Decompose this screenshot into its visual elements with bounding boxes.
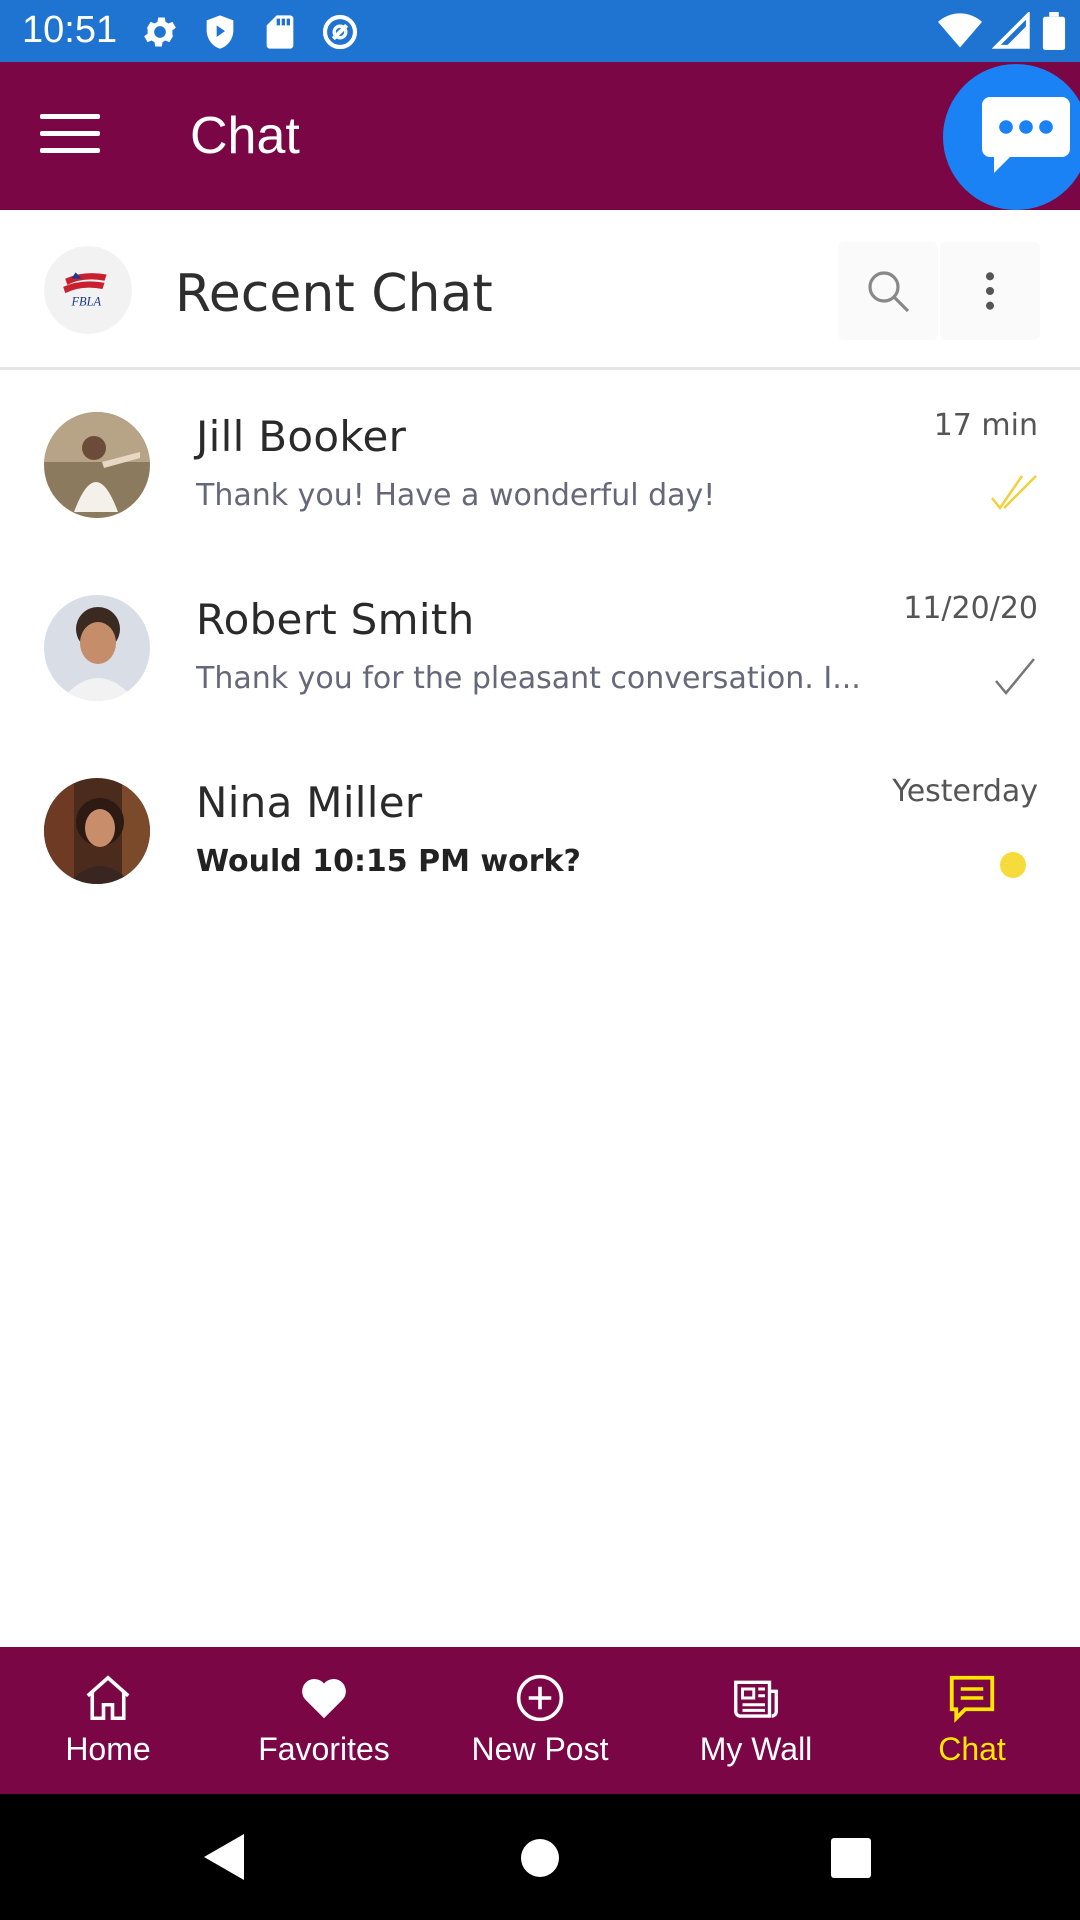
settings-icon	[144, 17, 176, 47]
more-options-button[interactable]	[940, 242, 1040, 340]
chat-time: 11/20/20	[903, 591, 1038, 626]
app-bar: Chat	[0, 62, 1080, 210]
nav-label: New Post	[471, 1731, 609, 1767]
chat-item-nina-miller[interactable]: Nina Miller Would 10:15 PM work? Yesterd…	[0, 738, 1080, 921]
back-icon[interactable]	[204, 1834, 244, 1880]
nav-label: Favorites	[258, 1731, 390, 1767]
recents-icon[interactable]	[831, 1838, 871, 1878]
battery-icon	[1042, 12, 1066, 50]
plus-circle-icon	[516, 1674, 564, 1722]
bottom-nav: Home Favorites New Post My Wall Chat	[0, 1647, 1080, 1794]
avatar	[44, 595, 150, 701]
chat-name: Jill Booker	[196, 412, 407, 461]
chat-item-jill-booker[interactable]: Jill Booker Thank you! Have a wonderful …	[0, 372, 1080, 555]
avatar	[44, 778, 150, 884]
nav-label: Chat	[938, 1731, 1006, 1767]
nav-favorites[interactable]: Favorites	[216, 1647, 432, 1794]
menu-button[interactable]	[40, 114, 100, 158]
app-title: Chat	[190, 107, 300, 165]
search-button[interactable]	[838, 242, 938, 340]
chat-name: Robert Smith	[196, 595, 475, 644]
nav-label: My Wall	[699, 1731, 813, 1767]
fbla-logo: FBLA	[44, 246, 132, 334]
wifi-icon	[938, 13, 982, 48]
chat-item-robert-smith[interactable]: Robert Smith Thank you for the pleasant …	[0, 555, 1080, 738]
home-icon	[86, 1675, 130, 1721]
chat-time: Yesterday	[892, 774, 1038, 809]
search-icon	[868, 271, 910, 313]
system-nav-bar	[0, 1794, 1080, 1920]
section-header: FBLA Recent Chat	[0, 212, 1080, 370]
more-vertical-icon	[985, 272, 995, 310]
nav-my-wall[interactable]: My Wall	[648, 1647, 864, 1794]
nav-chat[interactable]: Chat	[864, 1647, 1080, 1794]
chat-bubble-icon	[982, 97, 1070, 173]
nav-new-post[interactable]: New Post	[432, 1647, 648, 1794]
chat-last-message: Would 10:15 PM work?	[196, 844, 581, 879]
hamburger-icon	[40, 114, 100, 119]
svg-text:FBLA: FBLA	[70, 295, 101, 309]
nav-label: Home	[65, 1731, 151, 1767]
chat-last-message: Thank you! Have a wonderful day!	[196, 478, 716, 513]
check-icon	[995, 658, 1035, 695]
section-title: Recent Chat	[175, 264, 493, 324]
chat-last-message: Thank you for the pleasant conversation.…	[196, 661, 861, 696]
sync-circle-icon	[322, 14, 358, 50]
new-chat-button[interactable]	[943, 64, 1080, 210]
home-circle-icon[interactable]	[520, 1838, 560, 1878]
heart-icon	[302, 1679, 346, 1719]
chat-list: Jill Booker Thank you! Have a wonderful …	[0, 372, 1080, 921]
avatar	[44, 412, 150, 518]
cell-signal-icon	[992, 12, 1030, 49]
newspaper-icon	[734, 1680, 778, 1718]
unread-indicator	[1000, 852, 1026, 878]
double-check-icon	[991, 475, 1037, 511]
status-time: 10:51	[22, 9, 118, 51]
chat-icon	[949, 1675, 995, 1723]
shield-play-icon	[206, 15, 234, 49]
sd-card-icon	[266, 15, 294, 49]
chat-time: 17 min	[933, 408, 1038, 443]
chat-name: Nina Miller	[196, 778, 423, 827]
nav-home[interactable]: Home	[0, 1647, 216, 1794]
status-bar: 10:51	[0, 0, 1080, 62]
